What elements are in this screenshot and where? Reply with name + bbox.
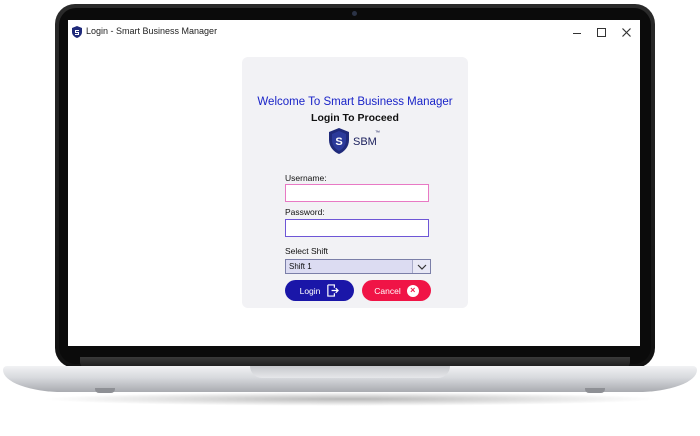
maximize-icon (596, 27, 606, 37)
login-card: Welcome To Smart Business Manager Login … (242, 57, 468, 308)
cancel-button[interactable]: Cancel × (362, 280, 431, 301)
username-input[interactable] (285, 184, 429, 202)
login-button[interactable]: Login (285, 280, 354, 301)
cancel-x-icon: × (406, 284, 419, 297)
laptop-base-notch (250, 366, 450, 378)
minimize-button[interactable] (564, 20, 590, 44)
laptop-foot-left (95, 388, 115, 393)
chevron-down-icon (417, 264, 426, 270)
welcome-heading: Welcome To Smart Business Manager (257, 96, 453, 108)
laptop-shadow (40, 392, 660, 406)
cancel-button-label: Cancel (374, 285, 401, 296)
username-label: Username: (285, 173, 327, 183)
shield-logo-icon: S (329, 128, 349, 154)
logo-text: SBM (353, 136, 377, 148)
password-input[interactable] (285, 219, 429, 237)
shift-select[interactable]: Shift 1 (285, 259, 431, 274)
login-button-label: Login (299, 285, 321, 296)
close-icon (621, 27, 631, 37)
login-door-icon (327, 284, 340, 297)
webcam (352, 11, 357, 16)
close-window-button[interactable] (613, 20, 639, 44)
laptop-foot-right (585, 388, 605, 393)
login-subtitle: Login To Proceed (311, 112, 399, 124)
window-title: Login - Smart Business Manager (86, 26, 218, 36)
maximize-button[interactable] (588, 20, 614, 44)
sbm-logo: S SBM ™ (328, 127, 388, 157)
window-body: Welcome To Smart Business Manager Login … (68, 44, 640, 346)
dropdown-toggle[interactable] (412, 260, 430, 273)
minimize-icon (573, 33, 581, 34)
shift-label: Select Shift (285, 246, 328, 256)
logo-letter: S (335, 136, 342, 148)
window-titlebar: Login - Smart Business Manager (68, 20, 640, 44)
shield-logo-icon (72, 26, 82, 38)
logo-trademark: ™ (375, 130, 380, 136)
password-label: Password: (285, 207, 325, 217)
laptop-screen: Login - Smart Business Manager Welcome T… (68, 20, 640, 346)
shift-selected-value: Shift 1 (289, 262, 312, 271)
